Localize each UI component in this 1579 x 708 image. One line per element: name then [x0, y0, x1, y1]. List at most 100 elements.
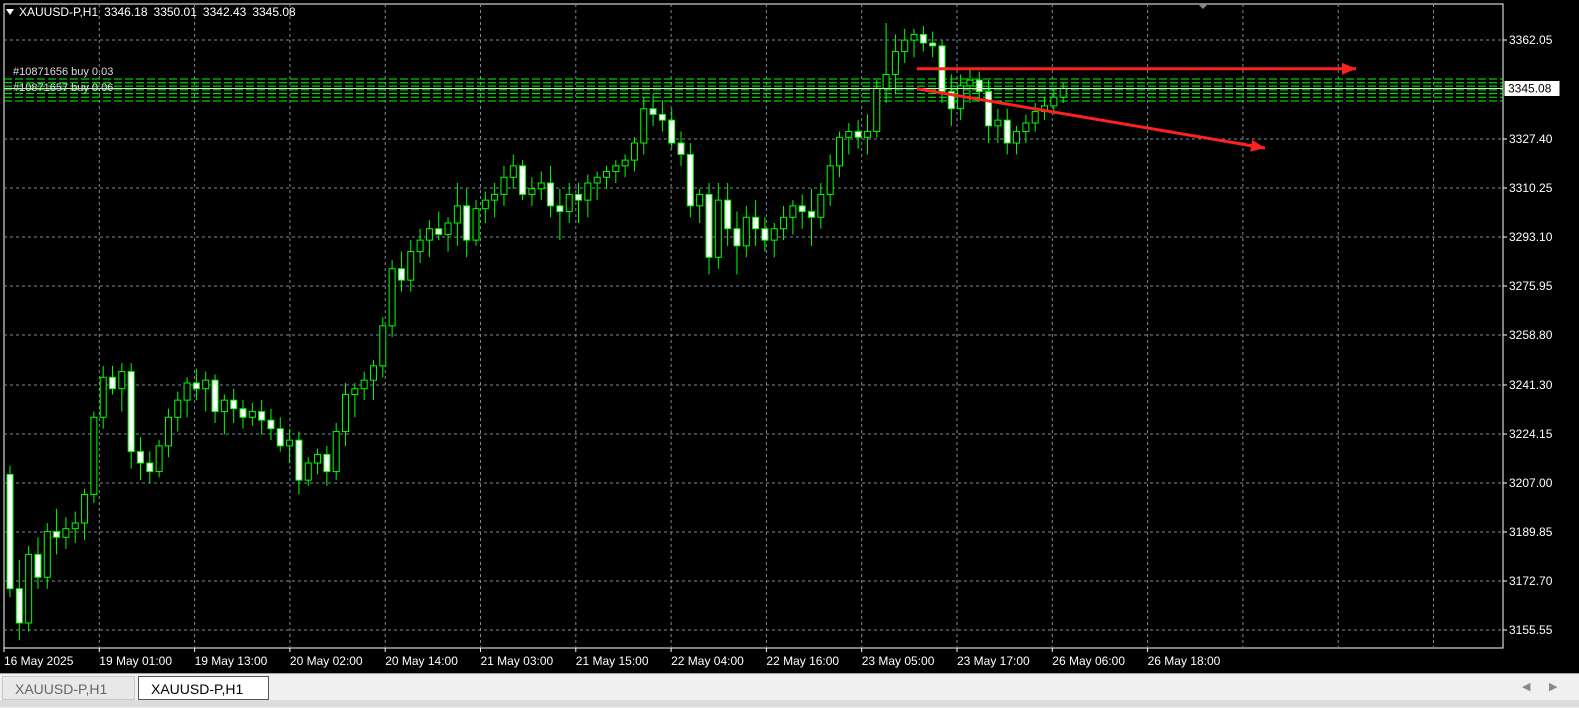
candle-body	[826, 165, 834, 195]
candle-body	[556, 205, 564, 213]
candle-body	[761, 228, 769, 241]
trend-arrow-head	[1250, 139, 1265, 152]
x-tick-label: 16 May 2025	[4, 654, 74, 668]
candle-body	[81, 493, 89, 524]
candle-body	[882, 73, 890, 90]
candle-body	[528, 188, 536, 195]
candle-body	[593, 176, 601, 184]
candle-body	[15, 588, 23, 624]
x-tick-label: 23 May 05:00	[862, 654, 935, 668]
candle-body	[891, 51, 899, 75]
candle-body	[351, 388, 359, 395]
candle-body	[444, 222, 452, 235]
chart-menu-triangle-icon[interactable]	[6, 9, 14, 15]
terminal-window: 3155.55 3172.70 3189.85 3207.00 3224.15 3241.…	[0, 0, 1579, 708]
candle-body	[519, 165, 527, 195]
ohlc-close: 3345.08	[252, 5, 296, 19]
x-tick-label: 20 May 02:00	[290, 654, 363, 668]
candle-body	[230, 399, 238, 410]
symbol-title: XAUUSD-P,H1	[19, 5, 99, 19]
candle-body	[724, 199, 732, 230]
candle-body	[500, 176, 508, 195]
candle-body	[425, 228, 433, 241]
candle-body	[919, 33, 927, 44]
candle-body	[239, 408, 247, 418]
candle-body	[752, 216, 760, 230]
chart-tab-1[interactable]: XAUUSD-P,H1	[2, 676, 135, 700]
chart-canvas[interactable]: 3155.55 3172.70 3189.85 3207.00 3224.15 3241.…	[0, 0, 1579, 673]
candle-body	[267, 419, 275, 430]
chart-header: XAUUSD-P,H1 3346.18 3350.01 3342.43 3345…	[6, 5, 296, 19]
candle-body	[686, 153, 694, 207]
candle-body	[537, 182, 545, 190]
candle-body	[332, 431, 340, 473]
candle-body	[407, 251, 415, 281]
candle-body	[658, 113, 666, 121]
candle-body	[342, 393, 350, 433]
ohlc-low: 3342.43	[202, 5, 247, 19]
candle-body	[34, 553, 42, 578]
candle-body	[304, 462, 312, 481]
candle-body	[705, 193, 713, 258]
candle-body	[323, 453, 331, 473]
candle-body	[463, 205, 471, 241]
price-chart[interactable]: 3155.55 3172.70 3189.85 3207.00 3224.15 3241.…	[0, 0, 1579, 673]
candle-body	[276, 428, 284, 447]
candle-body	[53, 531, 61, 538]
candle-body	[183, 382, 191, 401]
candle-body	[71, 522, 79, 530]
candle-body	[547, 182, 555, 207]
candle-body	[770, 228, 778, 241]
candle-body	[43, 531, 51, 578]
candle-body	[1059, 88, 1067, 98]
candle-body	[136, 451, 144, 464]
candle-body	[295, 439, 303, 481]
scroll-right-icon[interactable]: ▶	[1549, 680, 1557, 693]
candle-body	[602, 171, 610, 178]
candle-body	[621, 159, 629, 167]
candle-body	[780, 216, 788, 230]
y-tick-label: 3155.55	[1509, 623, 1553, 637]
current-price-label: 3345.08	[1508, 81, 1552, 95]
candle-body	[369, 365, 377, 381]
candle-body	[164, 416, 172, 447]
candle-body	[314, 453, 322, 464]
y-tick-label: 3362.05	[1509, 33, 1553, 47]
candle-body	[509, 165, 517, 178]
candle-body	[360, 379, 368, 390]
candle-body	[1022, 122, 1030, 133]
candle-body	[575, 193, 583, 201]
candle-body	[808, 211, 816, 218]
candle-body	[798, 205, 806, 213]
candle-body	[90, 416, 98, 495]
x-tick-label: 26 May 18:00	[1148, 654, 1221, 668]
x-tick-label: 22 May 16:00	[766, 654, 839, 668]
order-label: #10871656 buy 0.03	[13, 66, 113, 78]
candle-body	[668, 119, 676, 144]
candle-body	[901, 39, 909, 53]
candle-body	[835, 136, 843, 167]
candle-body	[6, 473, 14, 590]
scroll-left-icon[interactable]: ◀	[1522, 680, 1530, 693]
x-tick-label: 21 May 03:00	[481, 654, 554, 668]
candle-body	[211, 379, 219, 413]
candle-body	[1050, 96, 1058, 107]
x-tick-label: 19 May 01:00	[99, 654, 172, 668]
x-tick-label: 21 May 15:00	[576, 654, 649, 668]
candle-body	[975, 79, 983, 93]
candle-body	[863, 131, 871, 138]
y-tick-label: 3207.00	[1509, 476, 1553, 490]
chart-tab-2[interactable]: XAUUSD-P,H1	[138, 676, 269, 700]
y-tick-label: 3327.40	[1509, 132, 1553, 146]
candle-body	[565, 193, 573, 213]
candle-body	[1003, 119, 1011, 144]
x-tick-label: 20 May 14:00	[385, 654, 458, 668]
candle-body	[220, 399, 228, 413]
candle-body	[62, 528, 70, 538]
x-tick-label: 23 May 17:00	[957, 654, 1030, 668]
candle-body	[258, 411, 266, 421]
candle-body	[118, 371, 126, 390]
candle-body	[873, 88, 881, 133]
candle-body	[416, 239, 424, 253]
candle-body	[649, 108, 657, 115]
